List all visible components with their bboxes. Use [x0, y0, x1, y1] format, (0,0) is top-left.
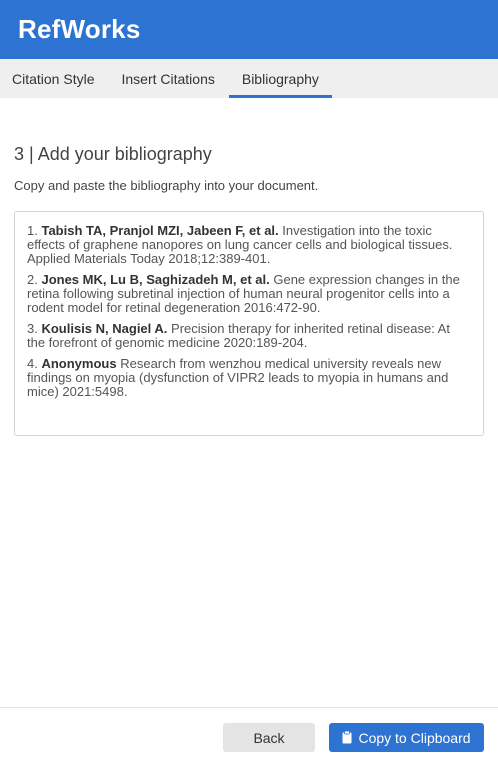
app-header: RefWorks — [0, 0, 498, 59]
entry-authors: Koulisis N, Nagiel A. — [41, 321, 168, 336]
bibliography-entry: 3. Koulisis N, Nagiel A. Precision thera… — [27, 322, 471, 350]
entry-number: 2. — [27, 272, 38, 287]
back-button-label: Back — [253, 729, 285, 746]
entry-authors: Tabish TA, Pranjol MZI, Jabeen F, et al. — [41, 223, 279, 238]
step-title: 3 | Add your bibliography — [14, 144, 212, 164]
tab-label: Insert Citations — [121, 70, 215, 87]
tab-bibliography[interactable]: Bibliography — [228, 59, 332, 98]
entry-authors: Jones MK, Lu B, Saghizadeh M, et al. — [41, 272, 270, 287]
entry-number: 3. — [27, 321, 38, 336]
instruction-text: Copy and paste the bibliography into you… — [14, 178, 319, 193]
copy-button-label: Copy to Clipboard — [358, 729, 471, 746]
bibliography-entry: 1. Tabish TA, Pranjol MZI, Jabeen F, et … — [27, 224, 471, 266]
tab-label: Citation Style — [12, 70, 95, 87]
bibliography-entry: 4. Anonymous Research from wenzhou medic… — [27, 357, 471, 399]
app-logo: RefWorks — [18, 14, 141, 44]
entry-number: 1. — [27, 223, 38, 238]
bibliography-entry: 2. Jones MK, Lu B, Saghizadeh M, et al. … — [27, 273, 471, 315]
entry-authors: Anonymous — [41, 356, 117, 371]
back-button[interactable]: Back — [223, 723, 315, 752]
tab-citation-style[interactable]: Citation Style — [0, 59, 108, 98]
tab-label: Bibliography — [241, 70, 319, 87]
entry-number: 4. — [27, 356, 38, 371]
clipboard-icon — [342, 730, 352, 744]
copy-to-clipboard-button[interactable]: Copy to Clipboard — [329, 723, 484, 752]
footer-divider — [0, 707, 498, 708]
bibliography-box[interactable]: 1. Tabish TA, Pranjol MZI, Jabeen F, et … — [14, 211, 484, 436]
tab-insert-citations[interactable]: Insert Citations — [108, 59, 228, 98]
tab-bar: Citation Style Insert Citations Bibliogr… — [0, 59, 498, 98]
